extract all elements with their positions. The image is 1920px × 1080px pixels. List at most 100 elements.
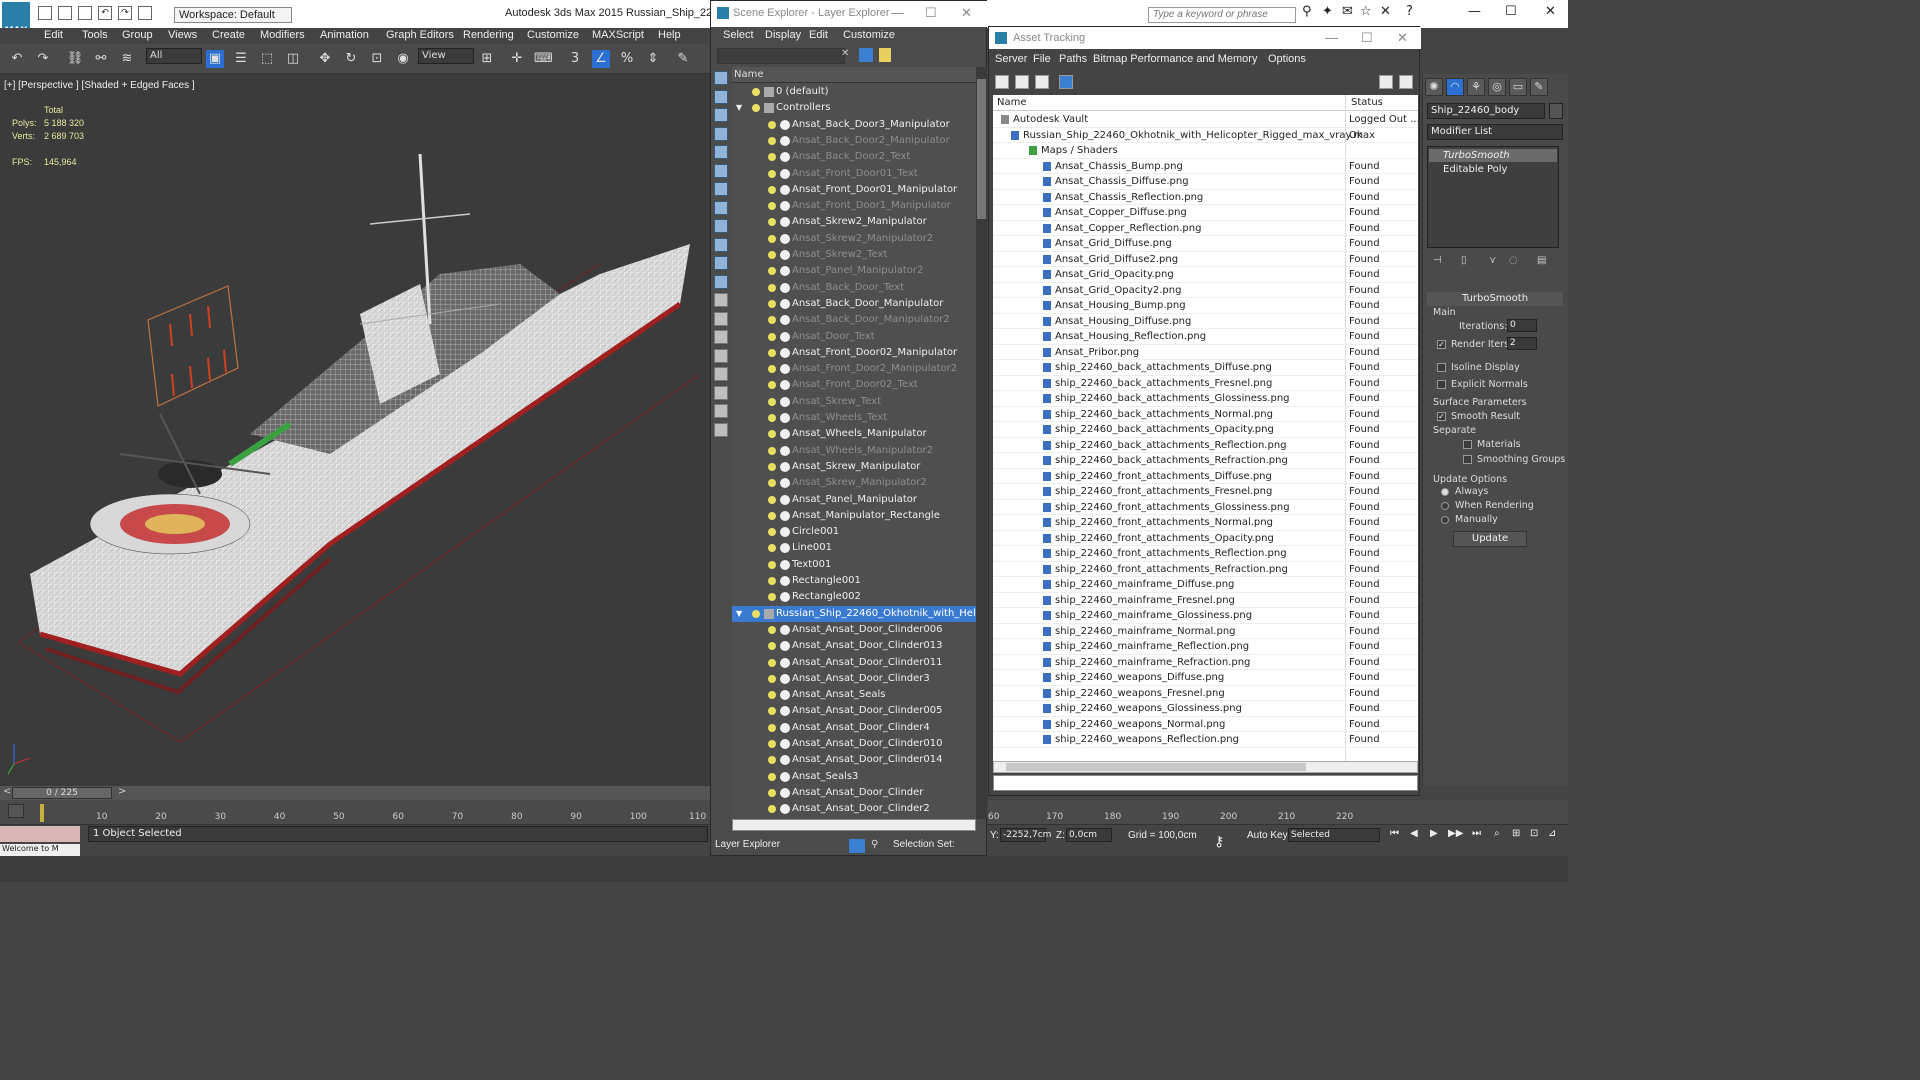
smoothing-groups-checkbox[interactable] [1463, 455, 1472, 464]
asset-row[interactable]: ship_22460_back_attachments_Opacity.png F… [993, 422, 1418, 438]
object-row[interactable]: Ansat_Skrew_Text [732, 394, 976, 410]
object-row[interactable]: Ansat_Front_Door02_Manipulator [732, 345, 976, 361]
asset-row[interactable]: ship_22460_mainframe_Normal.png Found [993, 624, 1418, 639]
goto-start-icon[interactable]: ⏮ [1390, 828, 1399, 839]
visibility-bulb-icon[interactable] [768, 234, 776, 243]
select-object-icon[interactable]: ▣ [206, 50, 224, 68]
object-row[interactable]: Ansat_Door_Text [732, 329, 976, 345]
explorer-tool-icon[interactable] [714, 367, 728, 381]
visibility-bulb-icon[interactable] [768, 707, 776, 716]
visibility-bulb-icon[interactable] [768, 332, 776, 341]
object-row[interactable]: Circle001 [732, 524, 976, 540]
selection-filter-dropdown[interactable]: All [146, 48, 202, 64]
menu-create[interactable]: Create [212, 29, 245, 41]
visibility-bulb-icon[interactable] [768, 169, 776, 178]
search-input[interactable]: Type a keyword or phrase [1148, 7, 1296, 23]
visibility-bulb-icon[interactable] [768, 267, 776, 276]
zoom-icon[interactable]: ⌕ [1494, 828, 1500, 839]
create-tab-icon[interactable]: ✺ [1425, 78, 1443, 96]
visibility-bulb-icon[interactable] [768, 691, 776, 700]
explorer-tool-icon[interactable] [714, 311, 728, 326]
explorer-tool-icon[interactable] [714, 404, 728, 418]
save-file-icon[interactable] [78, 6, 92, 20]
visibility-bulb-icon[interactable] [768, 218, 776, 227]
goto-end-icon[interactable]: ⏭ [1472, 828, 1481, 839]
show-end-result-icon[interactable]: ▯ [1461, 255, 1467, 266]
at-menu-item[interactable]: Server [995, 53, 1027, 65]
new-file-icon[interactable] [38, 6, 52, 20]
z-coord-field[interactable]: 0,0cm [1066, 828, 1112, 842]
manipulate-icon[interactable]: ✛ [508, 50, 526, 68]
object-row[interactable]: Ansat_Ansat_Door_Clinder005 [732, 703, 976, 719]
asset-row[interactable]: ship_22460_weapons_Normal.png Found [993, 717, 1418, 732]
binoculars-icon[interactable]: ⚲ [1302, 4, 1312, 19]
explorer-tool-icon[interactable] [714, 330, 728, 344]
visibility-bulb-icon[interactable] [768, 642, 776, 651]
stack-item-turbosmooth[interactable]: TurboSmooth [1429, 149, 1557, 162]
object-row[interactable]: Ansat_Front_Door2_Manipulator2 [732, 361, 976, 377]
visibility-bulb-icon[interactable] [768, 658, 776, 667]
zoom-all-icon[interactable]: ⊞ [1512, 828, 1520, 839]
object-row[interactable]: Ansat_Ansat_Door_Clinder [732, 785, 976, 801]
asset-row[interactable]: Ansat_Housing_Diffuse.png Found [993, 314, 1418, 329]
object-row[interactable]: Ansat_Front_Door02_Text [732, 377, 976, 393]
project-folder-icon[interactable] [138, 6, 152, 20]
object-row[interactable]: Ansat_Back_Door2_Text [732, 149, 976, 165]
explorer-tool-icon[interactable] [714, 237, 728, 252]
scrollbar-thumb[interactable] [977, 79, 986, 219]
object-row[interactable]: Ansat_Ansat_Door_Clinder014 [732, 752, 976, 768]
at-menu-item[interactable]: File [1033, 53, 1051, 65]
filter-toggle-icon[interactable] [859, 48, 873, 62]
field-of-view-icon[interactable]: ⊿ [1548, 828, 1556, 839]
close-icon[interactable]: ✕ [1545, 4, 1556, 19]
object-row[interactable]: Ansat_Ansat_Door_Clinder011 [732, 655, 976, 671]
stack-item-editable-poly[interactable]: Editable Poly [1429, 163, 1557, 176]
place-icon[interactable]: ◉ [394, 50, 412, 68]
visibility-bulb-icon[interactable] [768, 120, 776, 129]
visibility-bulb-icon[interactable] [768, 202, 776, 211]
asset-row[interactable]: ship_22460_mainframe_Glossiness.png Found [993, 608, 1418, 624]
hierarchy-icon[interactable]: ⚲ [871, 839, 885, 853]
asset-row[interactable]: ship_22460_back_attachments_Glossiness.p… [993, 391, 1418, 407]
visibility-bulb-icon[interactable] [768, 788, 776, 797]
visibility-bulb-icon[interactable] [768, 251, 776, 259]
asset-row[interactable]: Ansat_Grid_Opacity2.png Found [993, 283, 1418, 298]
visibility-bulb-icon[interactable] [768, 593, 776, 602]
explorer-tool-icon[interactable] [714, 126, 728, 141]
explorer-tool-icon[interactable] [714, 256, 728, 270]
time-prev-icon[interactable]: < [3, 786, 11, 797]
se-menu-customize[interactable]: Customize [843, 29, 895, 41]
open-file-icon[interactable] [58, 6, 72, 20]
explorer-tool-icon[interactable] [714, 182, 728, 196]
asset-row[interactable]: ship_22460_back_attachments_Fresnel.png F… [993, 376, 1418, 391]
minimize-icon[interactable]: — [1468, 4, 1481, 19]
visibility-bulb-icon[interactable] [768, 740, 776, 748]
asset-row[interactable]: Ansat_Chassis_Bump.png Found [993, 159, 1418, 174]
explorer-tool-icon[interactable] [714, 293, 728, 307]
motion-tab-icon[interactable]: ◎ [1488, 78, 1506, 96]
menu-tools[interactable]: Tools [82, 29, 108, 41]
iterations-spinner[interactable]: 0 [1507, 319, 1537, 332]
object-row[interactable]: Ansat_Ansat_Door_Clinder4 [732, 720, 976, 736]
menu-group[interactable]: Group [122, 29, 153, 41]
visibility-bulb-icon[interactable] [768, 462, 776, 471]
smooth-result-checkbox[interactable]: ✓ [1437, 412, 1446, 421]
hierarchy-tab-icon[interactable]: ⚘ [1467, 78, 1485, 96]
object-row[interactable]: Ansat_Ansat_Door_Clinder010 [732, 736, 976, 752]
explorer-tool-icon[interactable] [714, 145, 728, 159]
window-crossing-icon[interactable]: ◫ [284, 50, 302, 68]
explorer-tool-icon[interactable] [714, 163, 728, 178]
play-icon[interactable]: ▶ [1430, 828, 1438, 839]
close-icon[interactable]: ✕ [1397, 30, 1408, 46]
redo-icon[interactable]: ↷ [34, 50, 52, 68]
list-view-icon[interactable] [1015, 75, 1029, 89]
explorer-tool-icon[interactable] [714, 274, 728, 289]
visibility-bulb-icon[interactable] [768, 316, 776, 325]
object-row[interactable]: Ansat_Skrew_Manipulator [732, 459, 976, 475]
modifier-list-dropdown[interactable]: Modifier List [1427, 124, 1563, 140]
visibility-bulb-icon[interactable] [768, 365, 776, 374]
utilities-tab-icon[interactable]: ✎ [1530, 78, 1548, 96]
visibility-bulb-icon[interactable] [768, 674, 776, 683]
layer-row[interactable]: ▼ Russian_Ship_22460_Okhotnik_with_Helico… [732, 605, 976, 622]
menu-customize[interactable]: Customize [527, 29, 579, 41]
